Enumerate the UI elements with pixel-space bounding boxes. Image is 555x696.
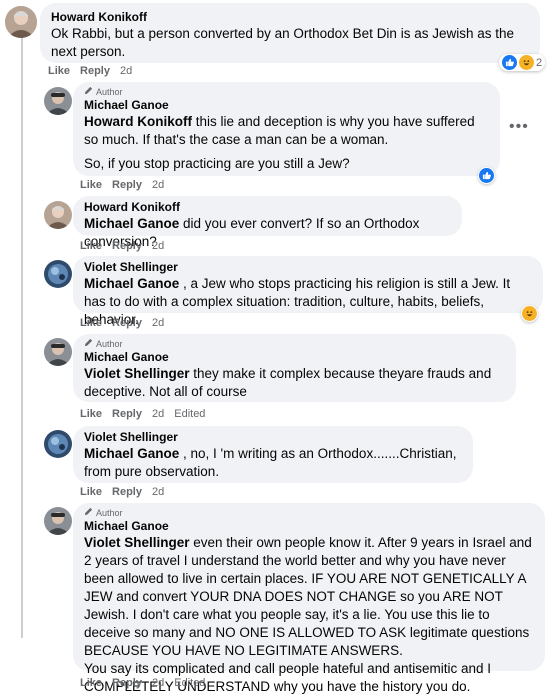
comment-text: Ok Rabbi, but a person converted by an O… xyxy=(51,26,514,59)
reaction-summary[interactable]: 2 xyxy=(499,54,546,71)
comment-text: Violet Shellinger even their own people … xyxy=(84,535,532,658)
timestamp[interactable]: 2d xyxy=(152,676,164,690)
avatar[interactable] xyxy=(44,507,72,535)
comment-actions: Like Reply 2d Edited xyxy=(80,676,205,690)
like-button[interactable]: Like xyxy=(80,316,102,330)
like-reaction-icon xyxy=(502,55,517,70)
comment-bubble: Howard Konikoff Ok Rabbi, but a person c… xyxy=(40,3,540,63)
comment-author[interactable]: Violet Shellinger xyxy=(84,430,462,445)
reply-button[interactable]: Reply xyxy=(112,239,142,253)
reply-button[interactable]: Reply xyxy=(112,485,142,499)
comment-text: So, if you stop practicing are you still… xyxy=(84,156,350,171)
edited-label[interactable]: Edited xyxy=(174,407,205,421)
mention-link[interactable]: Michael Ganoe xyxy=(84,446,179,461)
comment-author[interactable]: Violet Shellinger xyxy=(84,260,532,275)
timestamp[interactable]: 2d xyxy=(120,64,132,78)
comment-actions: Like Reply 2d xyxy=(80,178,164,192)
reaction-summary[interactable] xyxy=(521,305,538,322)
comment-actions: Like Reply 2d xyxy=(80,316,164,330)
pencil-icon xyxy=(84,507,93,519)
reply-button[interactable]: Reply xyxy=(112,316,142,330)
timestamp[interactable]: 2d xyxy=(152,178,164,192)
like-button[interactable]: Like xyxy=(80,676,102,690)
author-badge: Author xyxy=(84,338,505,350)
timestamp[interactable]: 2d xyxy=(152,485,164,499)
comment-author[interactable]: Michael Ganoe xyxy=(84,98,489,113)
timestamp[interactable]: 2d xyxy=(152,407,164,421)
like-button[interactable]: Like xyxy=(80,407,102,421)
mention-link[interactable]: Violet Shellinger xyxy=(84,535,190,550)
edited-label[interactable]: Edited xyxy=(174,676,205,690)
reply-button[interactable]: Reply xyxy=(112,676,142,690)
like-button[interactable]: Like xyxy=(80,239,102,253)
avatar[interactable] xyxy=(44,201,72,229)
like-button[interactable]: Like xyxy=(80,178,102,192)
pencil-icon xyxy=(84,338,93,350)
more-horizontal-icon[interactable]: ••• xyxy=(509,118,529,136)
reply-button[interactable]: Reply xyxy=(112,178,142,192)
mention-link[interactable]: Michael Ganoe xyxy=(84,216,179,231)
avatar[interactable] xyxy=(44,430,72,458)
comment-bubble: Author Michael Ganoe Violet Shellinger e… xyxy=(73,503,545,694)
comment-text: Violet Shellinger they make it complex b… xyxy=(84,366,492,399)
comment-author[interactable]: Howard Konikoff xyxy=(51,10,529,25)
reaction-summary[interactable] xyxy=(478,167,495,184)
comment-bubble: Violet Shellinger Michael Ganoe , no, I … xyxy=(73,426,473,483)
reply-button[interactable]: Reply xyxy=(80,64,110,78)
comment-text: Michael Ganoe , no, I 'm writing as an O… xyxy=(84,446,457,479)
avatar[interactable] xyxy=(5,6,37,38)
comment-text: Howard Konikoff this lie and deception i… xyxy=(84,114,475,147)
comment-author[interactable]: Michael Ganoe xyxy=(84,350,505,365)
comment-author[interactable]: Michael Ganoe xyxy=(84,519,534,534)
comment-bubble: Author Michael Ganoe Violet Shellinger t… xyxy=(73,334,516,402)
timestamp[interactable]: 2d xyxy=(152,239,164,253)
reaction-count: 2 xyxy=(536,56,543,69)
mention-link[interactable]: Michael Ganoe xyxy=(84,276,179,291)
haha-reaction-icon xyxy=(519,55,534,70)
mention-link[interactable]: Howard Konikoff xyxy=(84,114,192,129)
comment-bubble: Violet Shellinger Michael Ganoe , a Jew … xyxy=(73,256,543,327)
comment-bubble: Howard Konikoff Michael Ganoe did you ev… xyxy=(73,196,462,249)
author-badge: Author xyxy=(84,507,534,519)
comment-actions: Like Reply 2d Edited xyxy=(80,407,205,421)
comment-actions: Like Reply 2d xyxy=(80,239,164,253)
mention-link[interactable]: Violet Shellinger xyxy=(84,366,190,381)
avatar[interactable] xyxy=(44,87,72,115)
pencil-icon xyxy=(84,86,93,98)
comment-actions: Like Reply 2d xyxy=(80,485,164,499)
comment-author[interactable]: Howard Konikoff xyxy=(84,200,451,215)
comment-bubble: Author Michael Ganoe Howard Konikoff thi… xyxy=(73,82,500,176)
haha-reaction-icon xyxy=(522,306,537,321)
timestamp[interactable]: 2d xyxy=(152,316,164,330)
avatar[interactable] xyxy=(44,338,72,366)
author-badge: Author xyxy=(84,86,489,98)
like-reaction-icon xyxy=(479,168,494,183)
comment-actions: Like Reply 2d xyxy=(48,64,132,78)
thread-line xyxy=(21,38,23,638)
avatar[interactable] xyxy=(44,260,72,288)
reply-button[interactable]: Reply xyxy=(112,407,142,421)
like-button[interactable]: Like xyxy=(48,64,70,78)
like-button[interactable]: Like xyxy=(80,485,102,499)
